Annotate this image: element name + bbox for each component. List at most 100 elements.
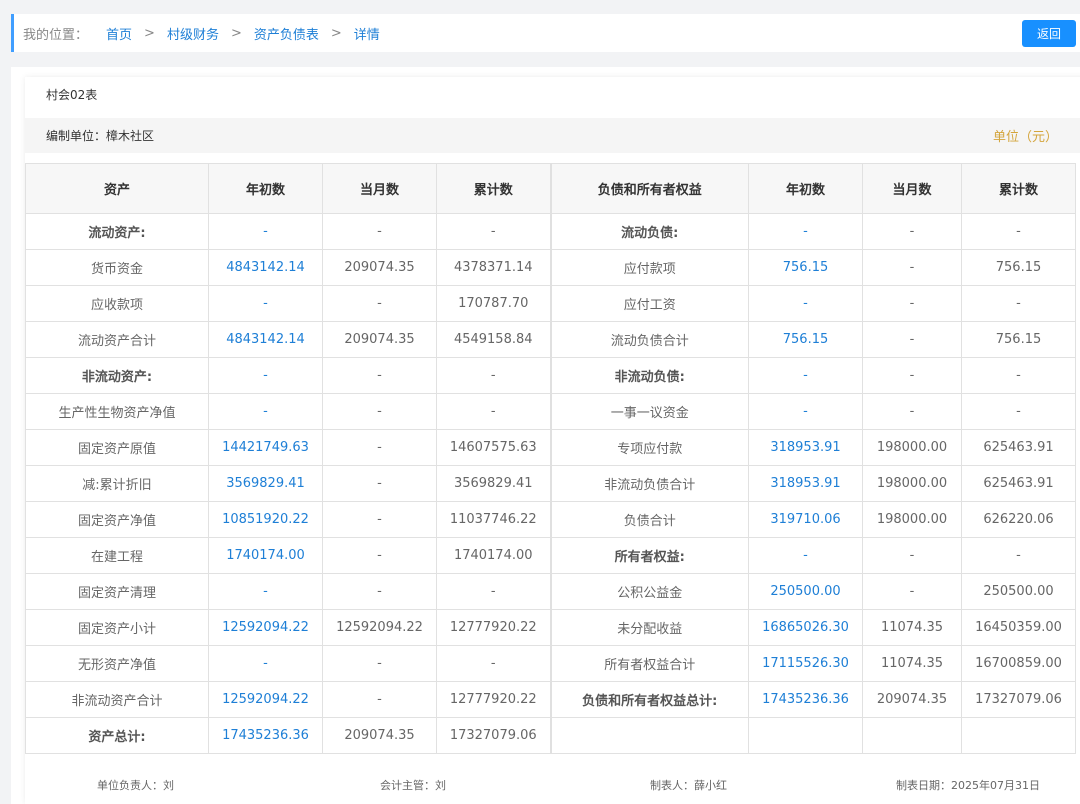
asset-month-cell: -	[322, 429, 437, 466]
liability-cumulative-cell: 250500.00	[961, 573, 1076, 610]
liability-opening-cell[interactable]: -	[748, 213, 863, 250]
liability-month-cell: -	[862, 537, 962, 574]
asset-opening-cell[interactable]: -	[208, 645, 323, 682]
liability-name-cell	[549, 717, 749, 754]
liability-name-cell: 非流动负债:	[549, 357, 749, 394]
liability-name-cell: 一事一议资金	[549, 393, 749, 430]
asset-opening-cell[interactable]: 1740174.00	[208, 537, 323, 574]
asset-name-cell: 固定资产清理	[25, 573, 209, 610]
liability-opening-cell[interactable]: 318953.91	[748, 465, 863, 502]
liability-name-cell: 应付款项	[549, 249, 749, 286]
asset-opening-cell[interactable]: 4843142.14	[208, 249, 323, 286]
asset-name-cell: 非流动资产合计	[25, 681, 209, 718]
asset-cumulative-cell: 1740174.00	[436, 537, 551, 574]
asset-month-cell: -	[322, 465, 437, 502]
back-button[interactable]: 返回	[1022, 20, 1076, 47]
breadcrumb-village-finance[interactable]: 村级财务	[167, 24, 219, 43]
breadcrumb-detail[interactable]: 详情	[354, 24, 380, 43]
unit-bar: 编制单位：樟木社区 单位（元）	[25, 118, 1080, 153]
table-row: 固定资产小计 12592094.22 12592094.22 12777920.22 未…	[25, 609, 1076, 646]
col-header-opening: 年初数	[748, 163, 863, 214]
liability-cumulative-cell: 16450359.00	[961, 609, 1076, 646]
asset-opening-cell[interactable]: 14421749.63	[208, 429, 323, 466]
liability-opening-cell[interactable]: 17115526.30	[748, 645, 863, 682]
chief-accountant: 会计主管：刘	[380, 779, 446, 792]
asset-name-cell: 货币资金	[25, 249, 209, 286]
liability-cumulative-cell: -	[961, 357, 1076, 394]
breadcrumb-balance-sheet[interactable]: 资产负债表	[254, 24, 319, 43]
liability-name-cell: 非流动负债合计	[549, 465, 749, 502]
liability-opening-cell[interactable]: 756.15	[748, 249, 863, 286]
liability-opening-cell[interactable]: -	[748, 357, 863, 394]
asset-opening-cell[interactable]: 10851920.22	[208, 501, 323, 538]
asset-opening-cell[interactable]: -	[208, 357, 323, 394]
liability-name-cell: 专项应付款	[549, 429, 749, 466]
asset-opening-cell[interactable]: -	[208, 393, 323, 430]
col-header-opening: 年初数	[208, 163, 323, 214]
liability-opening-cell[interactable]: -	[748, 537, 863, 574]
col-header-cumulative: 累计数	[436, 163, 551, 214]
asset-name-cell: 在建工程	[25, 537, 209, 574]
breadcrumb-home[interactable]: 首页	[106, 24, 132, 43]
liability-month-cell: -	[862, 249, 962, 286]
liability-cumulative-cell: 756.15	[961, 321, 1076, 358]
liability-cumulative-cell: -	[961, 213, 1076, 250]
liability-cumulative-cell: 625463.91	[961, 465, 1076, 502]
asset-opening-cell[interactable]: 4843142.14	[208, 321, 323, 358]
liability-month-cell: -	[862, 393, 962, 430]
liability-name-cell: 应付工资	[549, 285, 749, 322]
asset-name-cell: 固定资产小计	[25, 609, 209, 646]
liability-opening-cell[interactable]: 319710.06	[748, 501, 863, 538]
col-header-month: 当月数	[322, 163, 437, 214]
preparer: 制表人：薛小红	[650, 779, 727, 792]
liability-month-cell: 11074.35	[862, 645, 962, 682]
liability-name-cell: 流动负债:	[549, 213, 749, 250]
asset-name-cell: 非流动资产:	[25, 357, 209, 394]
liability-cumulative-cell: 625463.91	[961, 429, 1076, 466]
asset-name-cell: 流动资产合计	[25, 321, 209, 358]
asset-opening-cell[interactable]: -	[208, 213, 323, 250]
liability-opening-cell[interactable]: 250500.00	[748, 573, 863, 610]
asset-name-cell: 减:累计折旧	[25, 465, 209, 502]
asset-month-cell: 12592094.22	[322, 609, 437, 646]
liability-cumulative-cell: -	[961, 537, 1076, 574]
liability-cumulative-cell: 626220.06	[961, 501, 1076, 538]
asset-opening-cell[interactable]: 12592094.22	[208, 681, 323, 718]
liability-opening-cell[interactable]: -	[748, 393, 863, 430]
liability-month-cell: -	[862, 213, 962, 250]
asset-opening-cell[interactable]: 3569829.41	[208, 465, 323, 502]
liability-name-cell: 负债和所有者权益总计:	[549, 681, 749, 718]
asset-cumulative-cell: 12777920.22	[436, 609, 551, 646]
signature-footer: 单位负责人：刘 会计主管：刘 制表人：薛小红 制表日期：2025年07月31日	[25, 777, 1080, 797]
liability-cumulative-cell: -	[961, 285, 1076, 322]
asset-opening-cell[interactable]: -	[208, 285, 323, 322]
liability-opening-cell[interactable]: 756.15	[748, 321, 863, 358]
liability-opening-cell[interactable]	[748, 717, 863, 754]
col-header-liabilities: 负债和所有者权益	[549, 163, 749, 214]
liability-opening-cell[interactable]: -	[748, 285, 863, 322]
asset-cumulative-cell: 4378371.14	[436, 249, 551, 286]
table-row: 无形资产净值 - - - 所有者权益合计 17115526.30 11074.35 16700…	[25, 645, 1076, 682]
col-header-month: 当月数	[862, 163, 962, 214]
liability-cumulative-cell: 756.15	[961, 249, 1076, 286]
liability-month-cell	[862, 717, 962, 754]
asset-opening-cell[interactable]: -	[208, 573, 323, 610]
liability-opening-cell[interactable]: 318953.91	[748, 429, 863, 466]
liability-opening-cell[interactable]: 17435236.36	[748, 681, 863, 718]
liability-cumulative-cell	[961, 717, 1076, 754]
liability-opening-cell[interactable]: 16865026.30	[748, 609, 863, 646]
asset-cumulative-cell: -	[436, 213, 551, 250]
liability-month-cell: -	[862, 573, 962, 610]
asset-cumulative-cell: 14607575.63	[436, 429, 551, 466]
liability-month-cell: -	[862, 285, 962, 322]
asset-opening-cell[interactable]: 17435236.36	[208, 717, 323, 754]
table-row: 在建工程 1740174.00-1740174.00 所有者权益: - - -	[25, 537, 1076, 574]
asset-opening-cell[interactable]: 12592094.22	[208, 609, 323, 646]
asset-name-cell: 流动资产:	[25, 213, 209, 250]
asset-name-cell: 固定资产原值	[25, 429, 209, 466]
table-row: 固定资产净值 10851920.22-11037746.22 负债合计 319710.…	[25, 501, 1076, 538]
liability-name-cell: 负债合计	[549, 501, 749, 538]
asset-month-cell: -	[322, 285, 437, 322]
asset-name-cell: 应收款项	[25, 285, 209, 322]
asset-name-cell: 资产总计:	[25, 717, 209, 754]
